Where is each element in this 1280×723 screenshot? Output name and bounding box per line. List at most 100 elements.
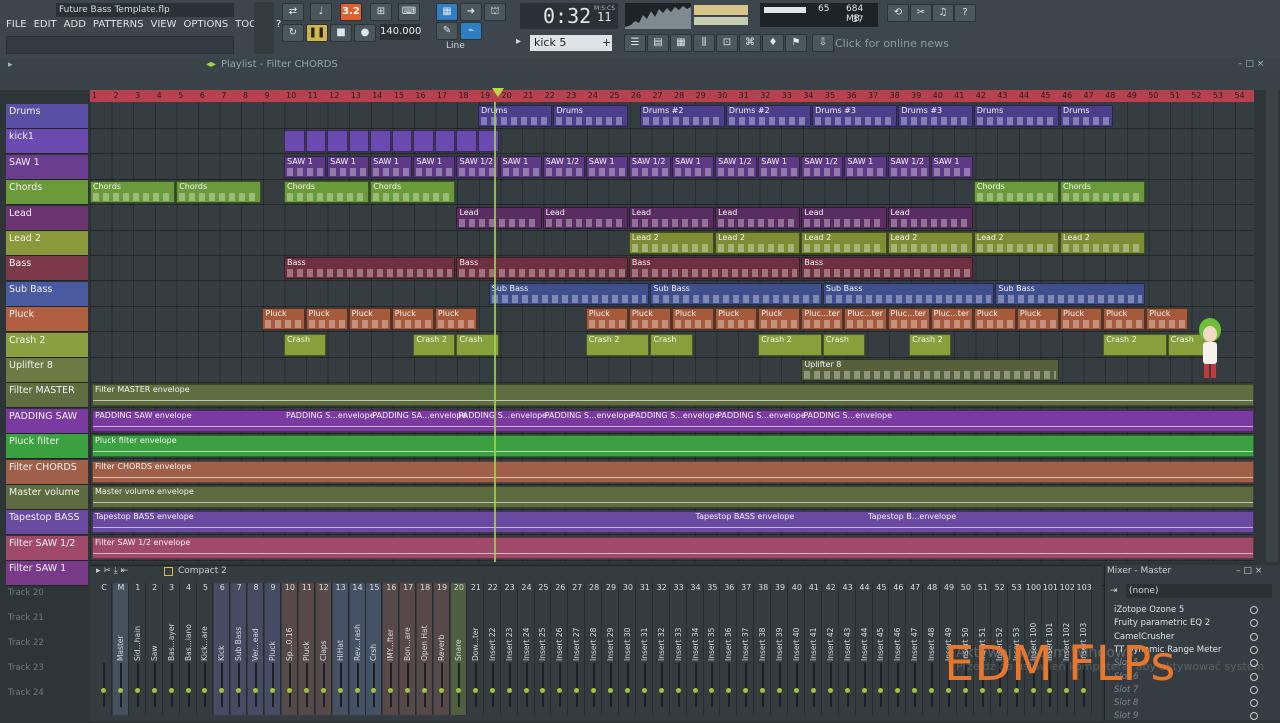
mixer-channel[interactable]: 34 Insert 34 — [688, 583, 704, 715]
mixer-fader[interactable] — [322, 663, 325, 707]
mixer-channel[interactable]: 28 Insert 28 — [586, 583, 603, 715]
channel-rack-icon[interactable]: ▦ — [670, 34, 692, 52]
mixer-route-dot[interactable] — [844, 688, 850, 693]
pattern-clip[interactable]: Crash 2 — [909, 333, 952, 356]
mixer-fader[interactable] — [711, 663, 714, 707]
browser-window-icon[interactable]: ⊡ — [716, 34, 738, 52]
undo-icon[interactable]: ⟲ — [887, 4, 909, 22]
pattern-clip[interactable]: Crash 2 — [1103, 333, 1167, 356]
mixer-route-dot[interactable] — [388, 688, 394, 693]
pattern-clip[interactable]: Pluck — [434, 308, 477, 331]
pattern-clip[interactable]: Crash 2 — [413, 333, 456, 356]
mixer-route-dot[interactable] — [608, 688, 613, 693]
mixer-channel[interactable]: 6 Kick — [214, 583, 231, 715]
mixer-channel[interactable]: 43 Insert 43 — [840, 583, 856, 715]
snap-magnet-icon[interactable]: ▦ — [436, 3, 458, 21]
mixer-route-dot[interactable] — [303, 688, 309, 693]
mixer-fader[interactable] — [525, 663, 528, 707]
automation-clip[interactable]: Pluck filter envelope — [92, 435, 1254, 458]
loop-record-icon[interactable]: ↻ — [282, 24, 304, 42]
mixer-route-dot[interactable] — [185, 688, 191, 693]
playlist-arrow-icon[interactable]: ◂▸ — [206, 59, 216, 70]
mixer-route-dot[interactable] — [929, 688, 935, 693]
mixer-route-dot[interactable] — [624, 688, 630, 693]
pattern-clip[interactable]: Bass — [284, 257, 456, 280]
piano-roll-icon[interactable]: ▤ — [647, 34, 669, 52]
mixer-route-dot[interactable] — [658, 688, 664, 693]
pattern-clip[interactable]: SAW 1 — [758, 155, 801, 178]
track-header[interactable]: Crash 2 — [6, 332, 88, 358]
pattern-clip[interactable]: Lead 2 — [973, 232, 1059, 254]
mixer-window-icon[interactable]: ⫼ — [693, 34, 715, 52]
pattern-clip[interactable]: Crash — [822, 333, 865, 356]
mixer-channel[interactable]: 25 Insert 25 — [535, 583, 552, 715]
mixer-route-dot[interactable] — [286, 688, 292, 693]
slot-mix-knob-icon[interactable] — [1250, 699, 1258, 708]
mixer-route-dot[interactable] — [878, 688, 884, 693]
pattern-selector[interactable]: kick 5 — [530, 35, 612, 51]
pattern-clip[interactable]: Chords — [1060, 181, 1146, 204]
mixer-channel[interactable]: 19 Reverb — [434, 583, 450, 715]
pattern-clip[interactable]: Pluck — [628, 308, 671, 331]
pattern-clip[interactable]: Pluc...ter — [930, 308, 973, 331]
pattern-clip[interactable]: Pluck — [262, 308, 305, 331]
pattern-clip[interactable]: Lead — [542, 206, 628, 229]
mixer-layout-icon[interactable] — [164, 567, 173, 576]
draw-tool-icon[interactable]: ✎ — [436, 22, 458, 40]
project-info-icon[interactable]: ⚑ — [785, 34, 807, 52]
mixer-fader[interactable] — [441, 663, 443, 707]
snap-selector[interactable]: Line — [446, 41, 465, 51]
pattern-clip[interactable]: Drums #3 — [812, 105, 898, 127]
mixer-route-dot[interactable] — [489, 688, 495, 693]
mixer-channel[interactable]: M Master — [112, 583, 129, 715]
mixer-channel[interactable]: 37 Insert 37 — [738, 583, 755, 715]
play-marker-icon[interactable]: ➜ — [460, 3, 482, 21]
pattern-clip[interactable]: Crash — [284, 333, 327, 356]
mixer-channel[interactable]: 24 Insert 24 — [519, 583, 535, 715]
mixer-channel[interactable]: 22 Insert 22 — [485, 583, 501, 715]
mixer-channel[interactable]: 21 Dow...ter — [468, 583, 484, 715]
pattern-clip[interactable]: SAW 1/2 — [887, 155, 930, 178]
pattern-clip[interactable]: Pluck — [758, 308, 801, 331]
mixer-channel[interactable]: 27 Insert 27 — [569, 583, 586, 715]
pattern-clip[interactable]: Crash 2 — [585, 333, 650, 356]
pattern-clip[interactable]: Bass — [628, 257, 801, 280]
mixer-route-dot[interactable] — [506, 688, 512, 693]
mixer-fader[interactable] — [288, 663, 291, 707]
mixer-route-dot[interactable] — [523, 688, 529, 693]
pattern-clip[interactable]: Lead — [887, 206, 973, 229]
mixer-fader[interactable] — [457, 663, 460, 707]
mixer-input-selector[interactable]: (none) — [1126, 584, 1272, 598]
mixer-channel[interactable]: 26 Insert 26 — [552, 583, 569, 715]
mixer-fader[interactable] — [694, 663, 697, 707]
mixer-fader[interactable] — [424, 663, 427, 707]
slot-mix-knob-icon[interactable] — [1250, 632, 1258, 641]
menu-view[interactable]: VIEW — [151, 19, 177, 33]
mixer-route-dot[interactable] — [422, 688, 428, 693]
mixer-route-dot[interactable] — [236, 688, 242, 693]
input-arrow-icon[interactable]: ⇥ — [1110, 586, 1118, 596]
pattern-clip[interactable]: Crash 2 — [758, 333, 822, 356]
mixer-channel[interactable]: 1 Sid...hain — [130, 583, 146, 715]
slot-mix-knob-icon[interactable] — [1250, 606, 1258, 614]
mixer-fader[interactable] — [863, 663, 866, 707]
track-header[interactable]: Chords — [6, 180, 88, 206]
mixer-fader[interactable] — [745, 663, 748, 707]
mixer-channel[interactable]: 46 Insert 46 — [890, 583, 907, 715]
mixer-route-dot[interactable] — [168, 688, 174, 693]
playlist-menu-icon[interactable]: ▸ — [8, 60, 13, 70]
pattern-clip[interactable]: SAW 1 — [930, 155, 973, 178]
pattern-clip[interactable]: SAW 1/2 — [542, 155, 585, 178]
mixer-route-dot[interactable] — [540, 688, 546, 693]
pattern-clip[interactable]: Lead 2 — [887, 232, 973, 254]
track-header[interactable]: Bass — [6, 256, 88, 282]
pattern-clip[interactable]: Sub Bass — [488, 282, 650, 305]
mixer-route-dot[interactable] — [439, 688, 444, 693]
automation-clip[interactable]: Master volume envelope — [92, 486, 1254, 508]
mixer-channel[interactable]: 40 Insert 40 — [789, 583, 805, 715]
help-icon[interactable]: ? — [954, 4, 976, 22]
track-header[interactable]: PADDING SAW — [6, 408, 88, 434]
pattern-clip[interactable] — [305, 130, 327, 153]
track-header[interactable]: Master volume — [6, 485, 88, 510]
microphone-icon[interactable]: ♫ — [932, 4, 954, 22]
